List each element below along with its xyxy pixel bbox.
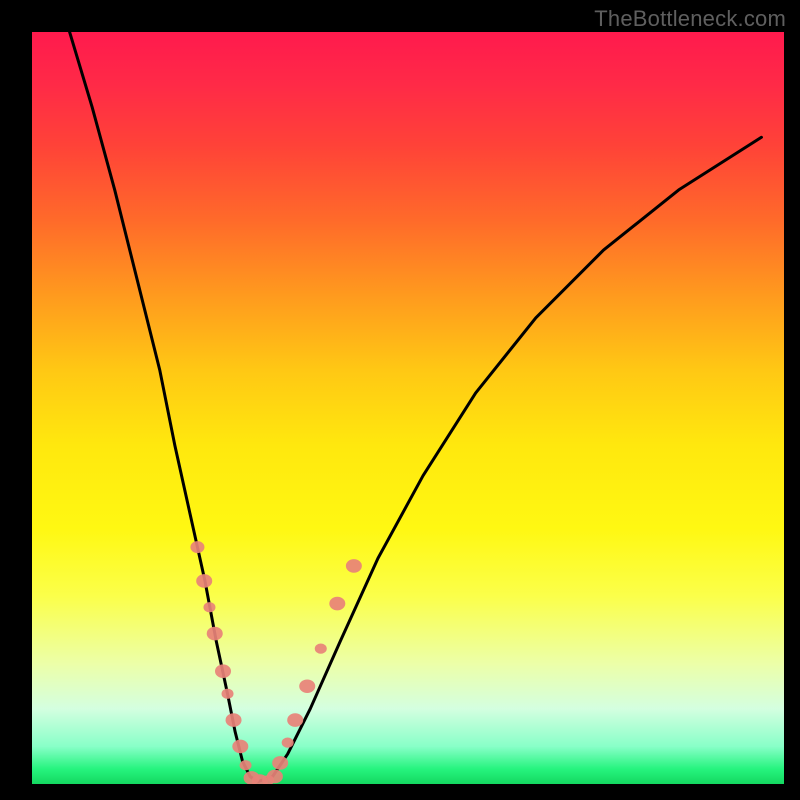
- bottleneck-curve-path: [70, 32, 762, 782]
- marker-group: [190, 541, 361, 784]
- curve-marker: [315, 644, 327, 654]
- curve-marker: [222, 689, 234, 699]
- curve-marker: [215, 664, 231, 678]
- curve-marker: [346, 559, 362, 573]
- plot-area: [32, 32, 784, 784]
- curve-marker: [272, 756, 288, 770]
- watermark-text: TheBottleneck.com: [594, 6, 786, 32]
- curve-marker: [196, 574, 212, 588]
- curve-marker: [267, 770, 283, 784]
- curve-marker: [282, 738, 294, 748]
- bottleneck-curve: [70, 32, 762, 782]
- curve-marker: [207, 627, 223, 641]
- curve-marker: [329, 597, 345, 611]
- curve-marker: [190, 541, 204, 553]
- chart-frame: TheBottleneck.com: [0, 0, 800, 800]
- curve-marker: [287, 713, 303, 727]
- curve-marker: [226, 713, 242, 727]
- curve-layer: [32, 32, 784, 784]
- curve-marker: [299, 679, 315, 693]
- curve-marker: [240, 760, 252, 770]
- curve-marker: [232, 740, 248, 754]
- curve-marker: [203, 602, 215, 612]
